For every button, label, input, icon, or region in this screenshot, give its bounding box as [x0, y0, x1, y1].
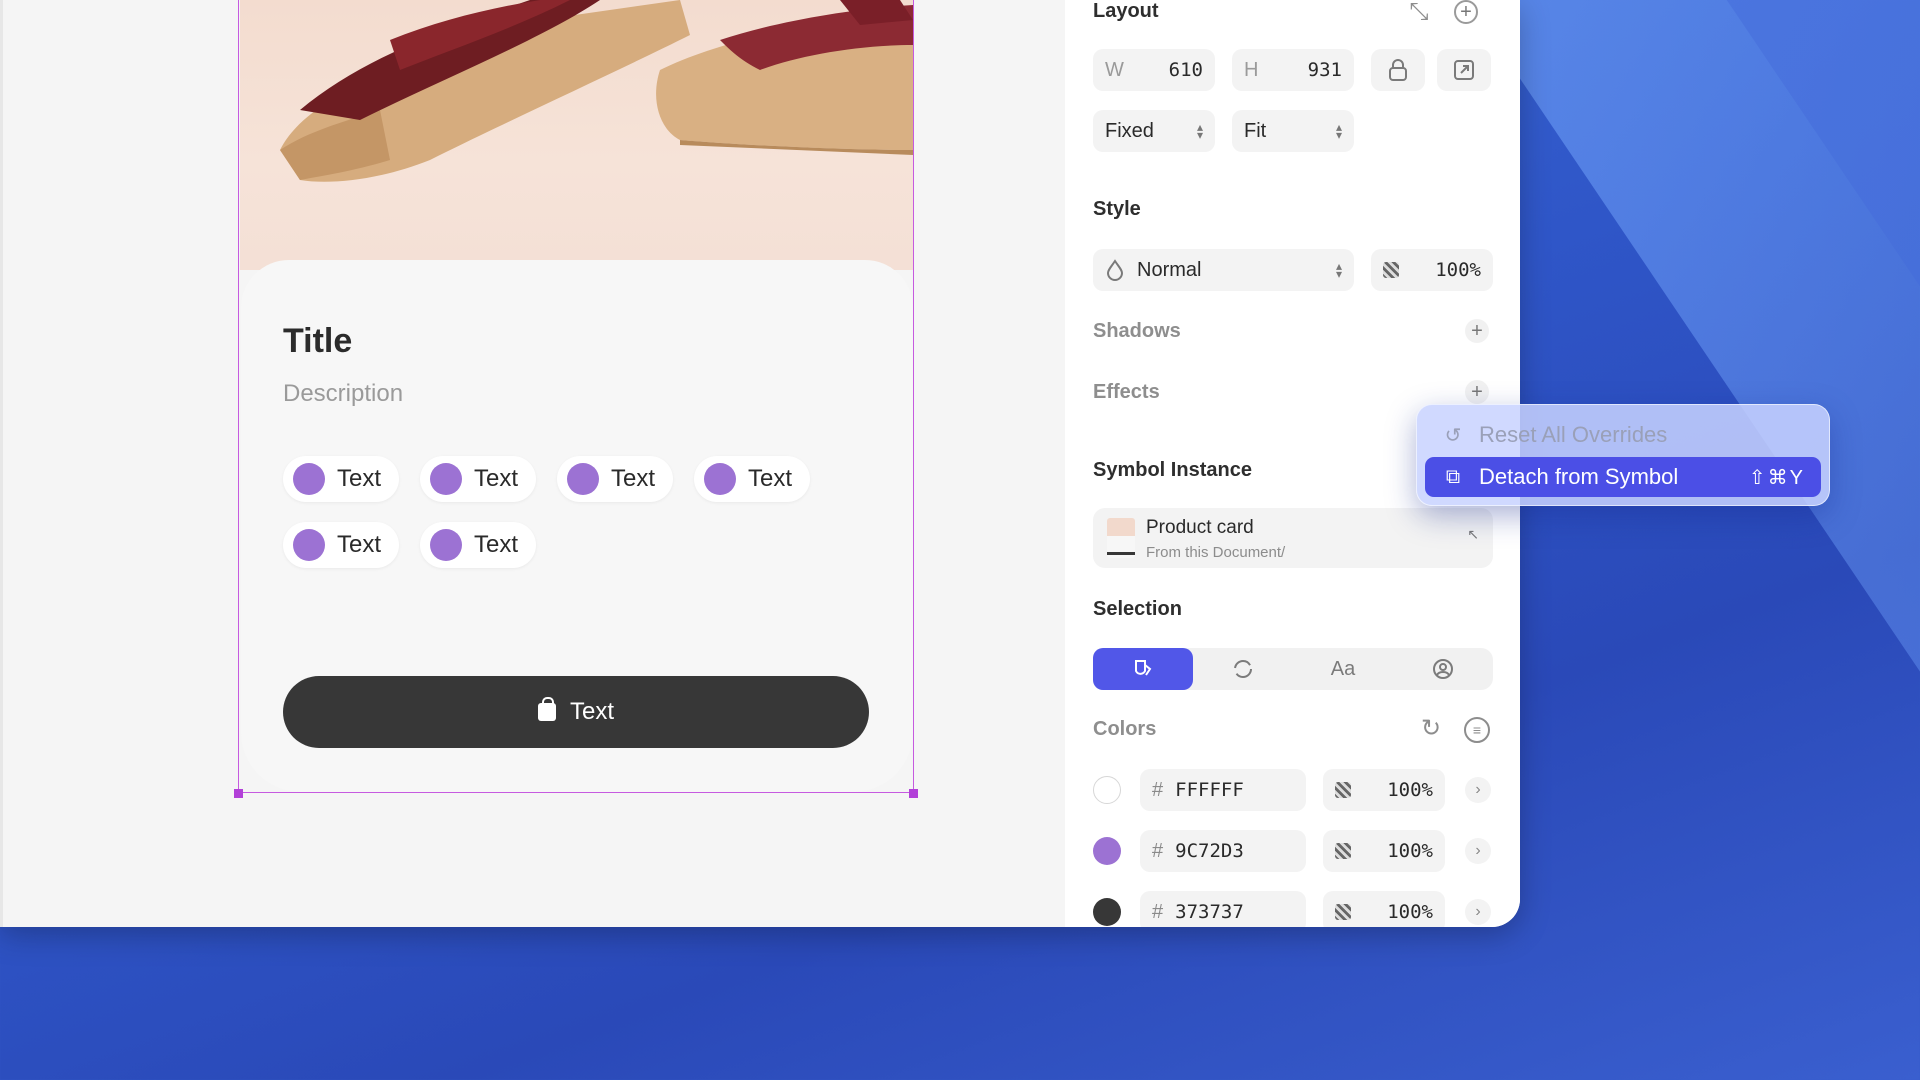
effects-section-title: Effects — [1093, 381, 1160, 403]
chevron-right-icon[interactable]: › — [1465, 838, 1491, 864]
selection-section-title: Selection — [1093, 598, 1182, 620]
text-style-icon: Aa — [1330, 657, 1356, 680]
resize-icon — [1454, 60, 1474, 80]
detach-from-symbol-item[interactable]: ⧉ Detach from Symbol ⇧⌘Y — [1425, 457, 1821, 497]
resize-handle-bottom-right[interactable] — [909, 789, 918, 798]
menu-item-label: Detach from Symbol — [1479, 464, 1679, 489]
color-opacity-value: 100% — [1387, 840, 1433, 862]
color-hex-field[interactable]: # 9C72D3 — [1140, 830, 1306, 872]
color-swatch[interactable] — [1093, 776, 1121, 804]
symbol-source: From this Document/ — [1146, 544, 1286, 561]
paint-bucket-icon — [1135, 660, 1152, 676]
height-mode-select[interactable]: Fit ▴ ▾ — [1232, 110, 1354, 152]
tab-text[interactable]: Aa — [1293, 648, 1393, 690]
tab-fill[interactable] — [1093, 648, 1193, 690]
color-opacity-value: 100% — [1387, 779, 1433, 801]
width-mode-value: Fixed — [1105, 119, 1154, 142]
chevron-right-icon[interactable]: › — [1465, 777, 1491, 803]
shadows-section-title: Shadows — [1093, 320, 1181, 342]
color-swatch[interactable] — [1093, 898, 1121, 926]
app-window: Title Description Text Text Text Text Te… — [0, 0, 1520, 927]
height-value: 931 — [1307, 59, 1342, 81]
symbol-thumbnail — [1107, 518, 1135, 558]
tab-layer-styles[interactable] — [1393, 648, 1493, 690]
color-hex-value: FFFFFF — [1175, 779, 1244, 801]
color-hex-field[interactable]: # 373737 — [1140, 891, 1306, 927]
add-shadow-icon[interactable]: + — [1465, 319, 1489, 343]
chevron-right-icon[interactable]: › — [1465, 899, 1491, 925]
reset-all-overrides-item[interactable]: ↺ Reset All Overrides — [1425, 415, 1821, 455]
add-effect-icon[interactable]: + — [1465, 380, 1489, 404]
collapse-icon[interactable]: ⤡ — [1405, 0, 1433, 24]
width-field[interactable]: W 610 — [1093, 49, 1215, 91]
color-opacity-value: 100% — [1387, 901, 1433, 923]
color-opacity-field[interactable]: 100% — [1323, 830, 1445, 872]
opacity-icon — [1383, 262, 1399, 278]
blend-mode-select[interactable]: Normal ▴ ▾ — [1093, 249, 1354, 291]
width-value: 610 — [1168, 59, 1203, 81]
opacity-icon — [1335, 843, 1351, 859]
opacity-value: 100% — [1435, 259, 1481, 281]
reset-colors-icon[interactable]: ↻ — [1417, 717, 1445, 741]
select-stepper-icon: ▴ ▾ — [1335, 120, 1342, 142]
lock-icon — [1389, 59, 1407, 81]
reset-icon: ↺ — [1444, 424, 1462, 447]
design-canvas[interactable]: Title Description Text Text Text Text Te… — [3, 0, 1065, 927]
layout-section-title: Layout — [1093, 0, 1159, 22]
symbol-name: Product card — [1146, 517, 1254, 538]
selection-tabs: Aa — [1093, 648, 1493, 690]
symbol-source-selector[interactable]: Product card From this Document/ ↖ — [1093, 508, 1493, 568]
color-swatch[interactable] — [1093, 837, 1121, 865]
lock-aspect-button[interactable] — [1371, 49, 1425, 91]
select-stepper-icon: ▴ ▾ — [1196, 120, 1203, 142]
blend-mode-value: Normal — [1137, 258, 1202, 281]
context-menu: ↺ Reset All Overrides ⧉ Detach from Symb… — [1416, 404, 1830, 506]
opacity-icon — [1335, 904, 1351, 920]
layer-style-icon — [1433, 659, 1453, 679]
style-section-title: Style — [1093, 198, 1141, 220]
color-hex-value: 9C72D3 — [1175, 840, 1244, 862]
width-mode-select[interactable]: Fixed ▴ ▾ — [1093, 110, 1215, 152]
resize-mode-button[interactable] — [1437, 49, 1491, 91]
droplet-icon — [1106, 259, 1124, 281]
hash-label: # — [1152, 900, 1164, 923]
opacity-field[interactable]: 100% — [1371, 249, 1493, 291]
refresh-icon — [1234, 660, 1252, 678]
height-mode-value: Fit — [1244, 119, 1267, 142]
selection-frame[interactable] — [238, 0, 914, 793]
symbol-section-title: Symbol Instance — [1093, 459, 1252, 481]
resize-handle-bottom-left[interactable] — [234, 789, 243, 798]
detach-icon: ⧉ — [1445, 465, 1461, 488]
height-field[interactable]: H 931 — [1232, 49, 1354, 91]
color-hex-value: 373737 — [1175, 901, 1244, 923]
add-layout-icon[interactable]: + — [1454, 0, 1478, 24]
colors-section-title: Colors — [1093, 718, 1157, 740]
opacity-icon — [1335, 782, 1351, 798]
height-label: H — [1244, 58, 1259, 81]
color-hex-field[interactable]: # FFFFFF — [1140, 769, 1306, 811]
tab-symbols[interactable] — [1193, 648, 1293, 690]
shortcut-label: ⇧⌘Y — [1748, 466, 1805, 489]
menu-item-label: Reset All Overrides — [1479, 422, 1668, 447]
width-label: W — [1105, 58, 1124, 81]
go-to-symbol-icon[interactable]: ↖ — [1467, 526, 1479, 543]
hash-label: # — [1152, 839, 1164, 862]
color-opacity-field[interactable]: 100% — [1323, 769, 1445, 811]
filter-icon[interactable]: ≡ — [1464, 717, 1490, 743]
hash-label: # — [1152, 778, 1164, 801]
select-stepper-icon: ▴ ▾ — [1335, 259, 1342, 281]
color-opacity-field[interactable]: 100% — [1323, 891, 1445, 927]
